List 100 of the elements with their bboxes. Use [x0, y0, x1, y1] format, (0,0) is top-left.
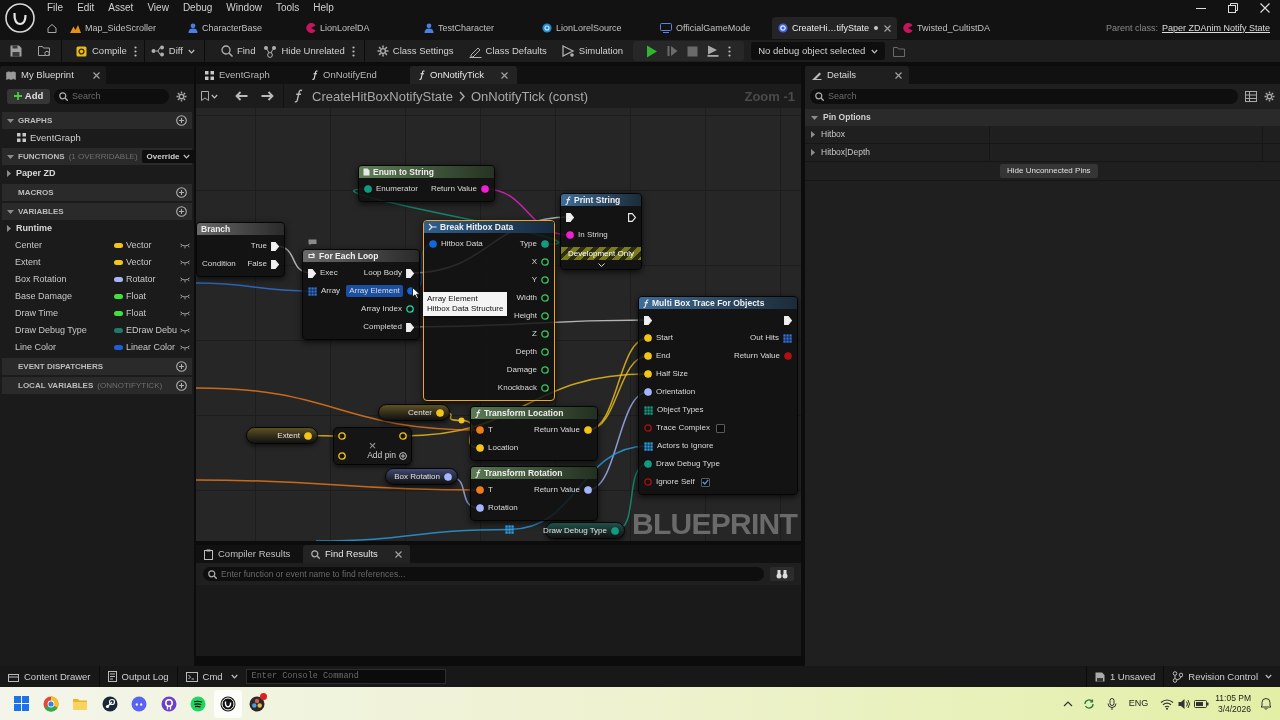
- find-button[interactable]: [770, 567, 794, 581]
- more-icon[interactable]: [133, 45, 137, 57]
- graph-tab[interactable]: EventGraph: [196, 66, 303, 84]
- variable-row[interactable]: Extent Vector: [0, 254, 194, 271]
- editor-tab[interactable]: LionLorelDA: [300, 17, 418, 39]
- status-button[interactable]: 1 Unsaved: [1086, 666, 1164, 687]
- toolbar-button[interactable]: Compile: [76, 41, 127, 61]
- toolbar-button[interactable]: Hide Unrelated: [263, 41, 345, 61]
- wifi-icon[interactable]: [1160, 697, 1175, 710]
- console-mode-dropdown[interactable]: Cmd: [177, 666, 242, 687]
- triangle-bar-icon[interactable]: [707, 45, 720, 57]
- stop-icon[interactable]: [687, 45, 699, 57]
- closed-eye-icon[interactable]: [180, 344, 190, 351]
- category-row[interactable]: Paper ZD: [0, 165, 194, 182]
- swoosh-disc-icon[interactable]: [219, 695, 236, 712]
- variable-row[interactable]: Draw Time Float: [0, 305, 194, 322]
- ring-disc-icon[interactable]: [160, 695, 177, 712]
- folder-search-icon[interactable]: [38, 45, 51, 57]
- arrow-left-icon[interactable]: [235, 91, 248, 101]
- toolbar-button[interactable]: Simulation: [561, 41, 624, 61]
- variable-row[interactable]: Box Rotation Rotator: [0, 271, 194, 288]
- status-button[interactable]: Output Log: [99, 666, 177, 687]
- checkbox[interactable]: [715, 423, 725, 433]
- parent-class-link[interactable]: Paper ZDAnim Notify State: [1161, 23, 1270, 33]
- plus-circle-icon[interactable]: [176, 115, 187, 126]
- override-dropdown[interactable]: Override: [141, 150, 196, 163]
- search-field[interactable]: Enter function or event name to find references...: [203, 567, 764, 581]
- closed-eye-icon[interactable]: [180, 310, 190, 317]
- editor-tab[interactable]: LionLorelSource: [536, 17, 654, 39]
- variable-row[interactable]: Draw Debug Type EDraw Debu: [0, 322, 194, 339]
- debug-object-dropdown[interactable]: No debug object selected: [751, 42, 886, 60]
- triangle-right-icon[interactable]: [811, 131, 815, 138]
- settings-icon[interactable]: [176, 90, 187, 102]
- menu-item[interactable]: Debug: [175, 0, 220, 16]
- table-icon[interactable]: [1245, 90, 1257, 102]
- variable-row[interactable]: Line Color Linear Color: [0, 339, 194, 356]
- plus-circle-icon[interactable]: [176, 361, 187, 372]
- face-disc-icon[interactable]: [131, 695, 147, 712]
- closed-eye-icon[interactable]: [180, 242, 190, 249]
- folder-icon[interactable]: [893, 45, 906, 57]
- microphone-icon[interactable]: [1106, 697, 1117, 710]
- toolbar-button[interactable]: Class Defaults: [468, 41, 547, 61]
- sync-icon[interactable]: [1082, 697, 1095, 710]
- plus-circle-icon[interactable]: [176, 206, 187, 217]
- chevron-up-icon[interactable]: [1062, 700, 1073, 707]
- search-field[interactable]: Search: [54, 88, 169, 104]
- clock-date[interactable]: 3/4/2026: [1217, 704, 1251, 713]
- editor-tab[interactable]: TestCharacter: [418, 17, 536, 39]
- toolbar-button[interactable]: Diff: [150, 41, 195, 61]
- graph-canvas[interactable]: [196, 108, 801, 541]
- panel-tab[interactable]: My Blueprint: [0, 66, 106, 84]
- hide-unconnected-button[interactable]: Hide Unconnected Pins: [1000, 164, 1098, 178]
- menu-item[interactable]: Window: [219, 0, 269, 16]
- four-squares-icon[interactable]: [13, 696, 29, 711]
- variable-row[interactable]: Base Damage Float: [0, 288, 194, 305]
- status-button[interactable]: Content Drawer: [0, 666, 99, 687]
- editor-tab[interactable]: Twisted_CultistDA: [897, 17, 1016, 39]
- editor-tab[interactable]: CharacterBase: [182, 17, 300, 39]
- variable-row[interactable]: Center Vector: [0, 237, 194, 254]
- menu-item[interactable]: Asset: [101, 0, 141, 16]
- caret-down-icon[interactable]: [211, 93, 218, 99]
- graph-tab[interactable]: OnNotifyEnd: [303, 66, 410, 84]
- colored-ring-icon[interactable]: [42, 695, 59, 712]
- chevron-down-icon[interactable]: [597, 262, 605, 267]
- closed-eye-icon[interactable]: [180, 276, 190, 283]
- graph-item[interactable]: EventGraph: [0, 129, 194, 146]
- three-dots-disc-icon[interactable]: [249, 695, 265, 712]
- breadcrumb-item[interactable]: CreateHitBoxNotifyState: [312, 89, 453, 103]
- menu-item[interactable]: Help: [306, 0, 341, 16]
- clock-time[interactable]: 11:05 PM: [1215, 694, 1251, 703]
- play-icon[interactable]: [646, 44, 659, 58]
- toolbar-button[interactable]: Class Settings: [376, 41, 454, 61]
- menu-item[interactable]: Tools: [268, 0, 307, 16]
- breadcrumb-item[interactable]: OnNotifyTick (const): [470, 89, 589, 103]
- add-button[interactable]: Add: [7, 88, 50, 104]
- settings-icon[interactable]: [1264, 90, 1275, 102]
- menu-item[interactable]: Edit: [70, 0, 102, 16]
- wave-disc-icon[interactable]: [190, 695, 206, 712]
- triangle-right-icon[interactable]: [811, 149, 815, 156]
- bookmark-icon[interactable]: [201, 91, 209, 101]
- menu-item[interactable]: File: [40, 0, 71, 16]
- editor-tab[interactable]: Map_SideScroller: [64, 17, 182, 39]
- closed-eye-icon[interactable]: [180, 259, 190, 266]
- more-icon[interactable]: [728, 45, 732, 57]
- closed-eye-icon[interactable]: [180, 327, 190, 334]
- console-input[interactable]: Enter Console Command: [245, 669, 446, 684]
- close-icon[interactable]: [395, 550, 402, 558]
- checkbox[interactable]: [700, 477, 710, 487]
- language-indicator[interactable]: ENG: [1128, 699, 1149, 708]
- restore-icon[interactable]: [1228, 3, 1238, 13]
- search-field[interactable]: Search: [810, 88, 1238, 104]
- panel-tab[interactable]: Details: [805, 66, 909, 84]
- graph-tab[interactable]: OnNotifyTick: [410, 66, 517, 84]
- speaker-icon[interactable]: [1178, 697, 1192, 710]
- taskbar-app-button[interactable]: [213, 689, 242, 718]
- bell-icon[interactable]: [1260, 697, 1272, 710]
- step-forward-icon[interactable]: [667, 45, 679, 57]
- close-icon[interactable]: [93, 71, 100, 79]
- panel-tab[interactable]: Find Results: [303, 545, 410, 563]
- arrow-right-icon[interactable]: [261, 91, 274, 101]
